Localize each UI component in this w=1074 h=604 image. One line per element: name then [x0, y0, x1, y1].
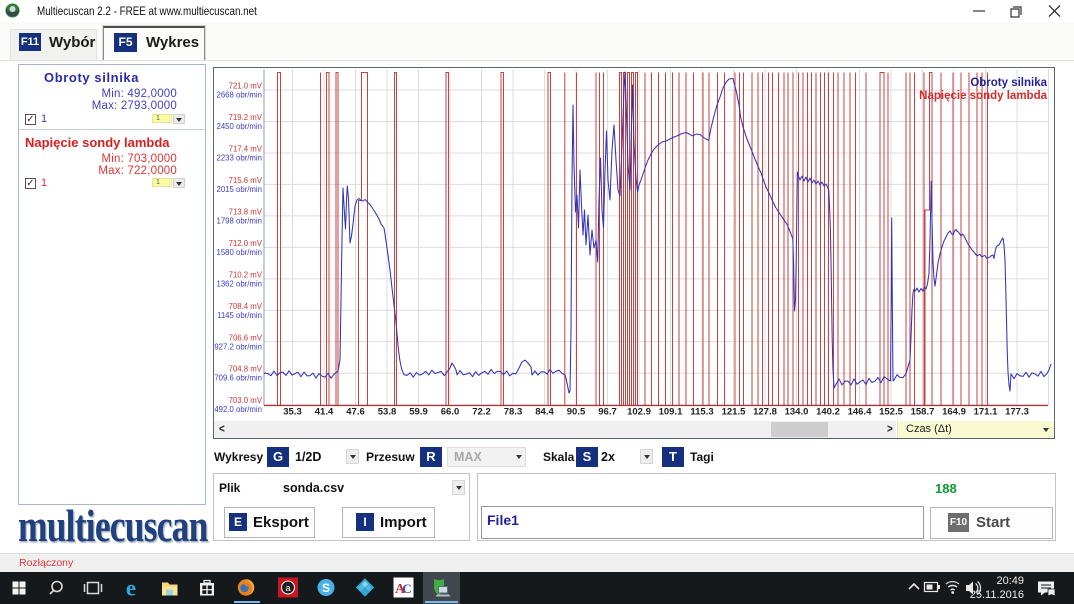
svg-text:1145 obr/min: 1145 obr/min — [217, 311, 262, 320]
svg-text:35.3: 35.3 — [283, 407, 302, 418]
svg-text:152.5: 152.5 — [879, 407, 903, 418]
svg-text:a: a — [285, 583, 290, 593]
svg-text:121.5: 121.5 — [722, 407, 746, 418]
svg-text:90.5: 90.5 — [567, 407, 586, 418]
svg-text:710.2 mV: 710.2 mV — [229, 270, 263, 279]
svg-text:96.7: 96.7 — [598, 407, 617, 418]
svg-text:177.3: 177.3 — [1005, 407, 1029, 418]
svg-text:719.2 mV: 719.2 mV — [229, 113, 263, 122]
svg-text:2668 obr/min: 2668 obr/min — [216, 91, 262, 100]
svg-text:717.4 mV: 717.4 mV — [229, 144, 263, 153]
svg-text:102.9: 102.9 — [627, 407, 651, 418]
svg-text:709.6 obr/min: 709.6 obr/min — [214, 374, 262, 383]
svg-text:78.3: 78.3 — [504, 407, 523, 418]
svg-text:712.0 mV: 712.0 mV — [229, 239, 263, 248]
svg-text:134.0: 134.0 — [785, 407, 809, 418]
svg-text:115.3: 115.3 — [690, 407, 713, 418]
svg-text:84.4: 84.4 — [535, 407, 554, 418]
svg-text:703.0 mV: 703.0 mV — [229, 396, 263, 405]
svg-text:927.2 obr/min: 927.2 obr/min — [214, 342, 262, 351]
svg-text:Obroty silnika: Obroty silnika — [970, 77, 1047, 89]
svg-text:2233 obr/min: 2233 obr/min — [216, 153, 262, 162]
svg-text:1580 obr/min: 1580 obr/min — [216, 248, 262, 257]
svg-text:171.1: 171.1 — [974, 407, 998, 418]
svg-text:C: C — [402, 581, 411, 596]
svg-text:41.4: 41.4 — [315, 407, 334, 418]
svg-text:721.0 mV: 721.0 mV — [229, 82, 263, 91]
svg-text:53.8: 53.8 — [378, 407, 397, 418]
svg-text:2450 obr/min: 2450 obr/min — [216, 122, 262, 131]
svg-text:47.6: 47.6 — [346, 407, 365, 418]
svg-text:704.8 mV: 704.8 mV — [229, 365, 263, 374]
svg-text:492.0 obr/min: 492.0 obr/min — [214, 405, 262, 414]
svg-text:140.2: 140.2 — [816, 407, 840, 418]
svg-text:158.7: 158.7 — [911, 407, 935, 418]
svg-text:164.9: 164.9 — [942, 407, 966, 418]
svg-text:Napięcie sondy lambda: Napięcie sondy lambda — [919, 90, 1047, 102]
svg-text:S: S — [322, 581, 330, 595]
svg-text:1362 obr/min: 1362 obr/min — [216, 279, 262, 288]
svg-text:e: e — [126, 576, 136, 601]
svg-text:109.1: 109.1 — [659, 407, 683, 418]
svg-text:713.8 mV: 713.8 mV — [229, 207, 263, 216]
svg-text:146.4: 146.4 — [848, 407, 872, 418]
svg-text:66.0: 66.0 — [441, 407, 460, 418]
svg-text:127.8: 127.8 — [753, 407, 777, 418]
svg-text:708.4 mV: 708.4 mV — [229, 302, 263, 311]
svg-text:2015 obr/min: 2015 obr/min — [216, 185, 262, 194]
svg-text:72.2: 72.2 — [472, 407, 491, 418]
svg-text:1798 obr/min: 1798 obr/min — [216, 216, 262, 225]
svg-text:715.6 mV: 715.6 mV — [229, 176, 263, 185]
svg-text:706.6 mV: 706.6 mV — [229, 333, 263, 342]
svg-text:59.9: 59.9 — [409, 407, 428, 418]
